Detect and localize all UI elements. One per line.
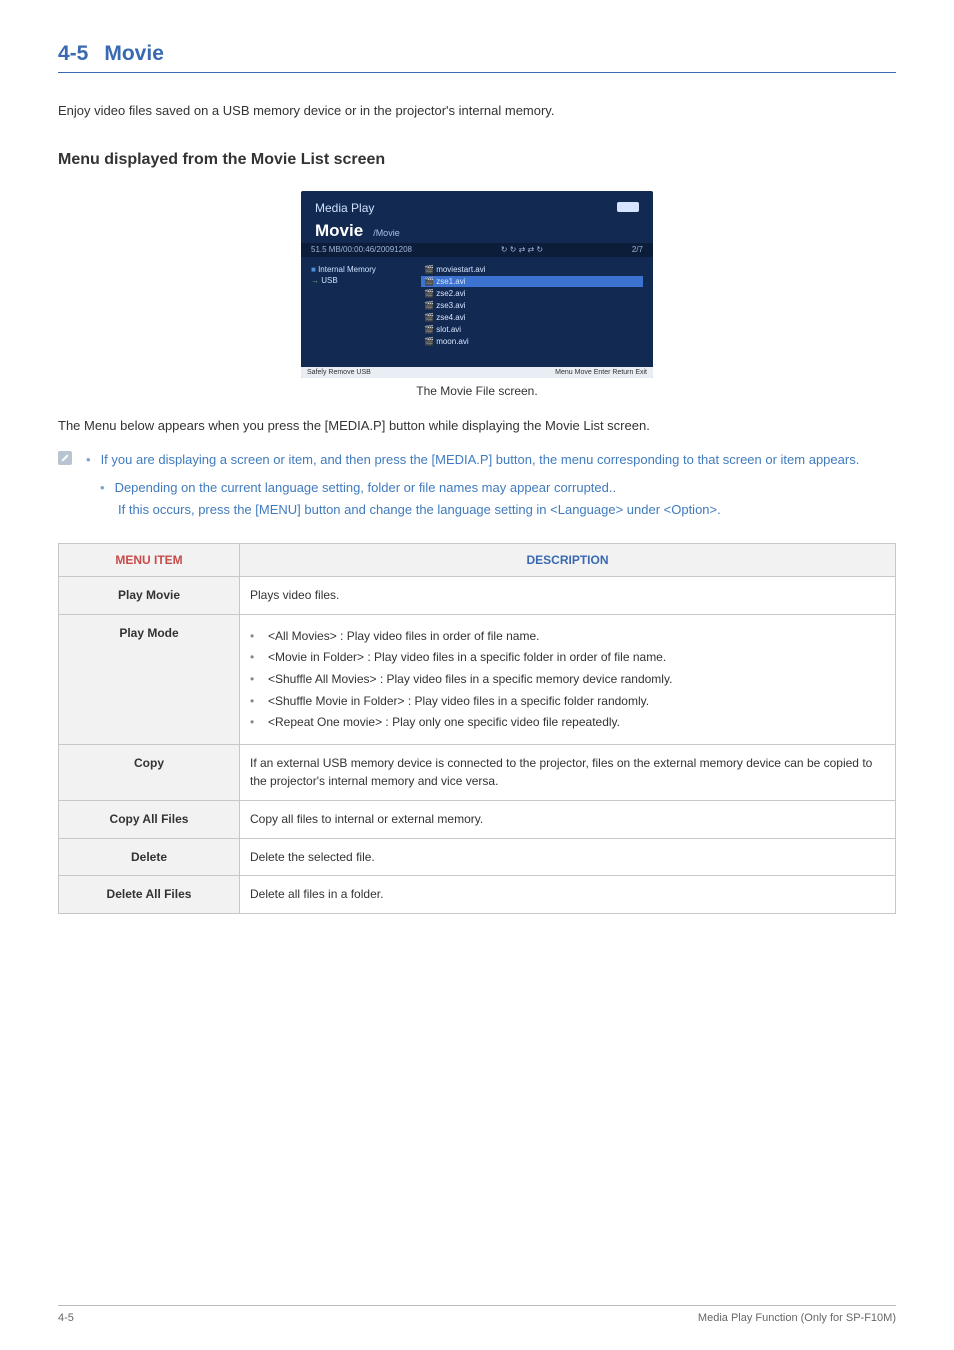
section-number: 4-5 [58, 42, 88, 65]
shot-bar-icons: ↻ ↻ ⇄ ⇄ ↻ [501, 245, 543, 254]
note-block: • If you are displaying a screen or item,… [58, 449, 896, 471]
shot-foot-left: Safely Remove USB [307, 369, 371, 376]
subheading: Menu displayed from the Movie List scree… [58, 151, 896, 169]
th-menu-item: MENU ITEM [59, 544, 240, 577]
section-title: Movie [104, 42, 164, 65]
shot-bar-right: 2/7 [632, 245, 643, 254]
shot-file-selected: 🎬 zse1.avi [421, 276, 643, 287]
row-label: Copy All Files [59, 801, 240, 839]
bullet-icon: • [100, 480, 105, 495]
usb-icon [617, 202, 639, 212]
shot-foot-right: Menu Move Enter Return Exit [555, 369, 647, 376]
section-header: 4-5 Movie [58, 42, 896, 73]
shot-file: 🎬 zse3.avi [421, 300, 643, 311]
note-text-2b: If this occurs, press the [MENU] button … [118, 502, 721, 517]
row-label: Play Movie [59, 577, 240, 615]
row-desc: If an external USB memory device is conn… [240, 744, 896, 800]
after-shot-text: The Menu below appears when you press th… [58, 416, 896, 436]
row-desc: Delete all files in a folder. [240, 876, 896, 914]
row-desc: Copy all files to internal or external m… [240, 801, 896, 839]
row-label: Play Mode [59, 614, 240, 744]
note-sub: • Depending on the current language setti… [100, 477, 896, 521]
shot-sidebar: ■ Internal Memory → USB [311, 263, 421, 355]
intro-text: Enjoy video files saved on a USB memory … [58, 101, 896, 121]
row-desc: Plays video files. [240, 577, 896, 615]
table-row: Delete All Files Delete all files in a f… [59, 876, 896, 914]
movie-screenshot: Media Play Movie/Movie 51.5 MB/00:00:46/… [301, 191, 653, 378]
menu-table: MENU ITEM DESCRIPTION Play Movie Plays v… [58, 543, 896, 914]
shot-file: 🎬 zse4.avi [421, 312, 643, 323]
row-label: Copy [59, 744, 240, 800]
page-footer: 4-5 Media Play Function (Only for SP-F10… [58, 1305, 896, 1324]
row-label: Delete All Files [59, 876, 240, 914]
table-row: Delete Delete the selected file. [59, 838, 896, 876]
th-description: DESCRIPTION [240, 544, 896, 577]
note-icon [58, 451, 72, 465]
table-row: Play Mode •<All Movies> : Play video fil… [59, 614, 896, 744]
table-row: Play Movie Plays video files. [59, 577, 896, 615]
shot-movie-title: Movie/Movie [315, 221, 639, 241]
shot-mediaplay-label: Media Play [315, 201, 639, 215]
table-header-row: MENU ITEM DESCRIPTION [59, 544, 896, 577]
shot-file: 🎬 slot.avi [421, 324, 643, 335]
shot-filelist: 🎬 moviestart.avi 🎬 zse1.avi 🎬 zse2.avi 🎬… [421, 263, 643, 355]
row-desc: Delete the selected file. [240, 838, 896, 876]
footer-left: 4-5 [58, 1312, 74, 1324]
note-text-2a: Depending on the current language settin… [115, 480, 617, 495]
footer-right: Media Play Function (Only for SP-F10M) [698, 1312, 896, 1324]
shot-file: 🎬 moon.avi [421, 336, 643, 347]
note-text-1: If you are displaying a screen or item, … [101, 452, 860, 467]
shot-side-item: USB [321, 276, 337, 285]
shot-path: /Movie [373, 228, 400, 238]
shot-side-item: Internal Memory [318, 265, 376, 274]
shot-footer: Safely Remove USB Menu Move Enter Return… [301, 367, 653, 378]
bullet-icon: • [86, 452, 91, 467]
shot-file: 🎬 zse2.avi [421, 288, 643, 299]
shot-bar-left: 51.5 MB/00:00:46/20091208 [311, 245, 412, 254]
shot-infobar: 51.5 MB/00:00:46/20091208 ↻ ↻ ⇄ ⇄ ↻ 2/7 [301, 243, 653, 257]
shot-file: 🎬 moviestart.avi [421, 264, 643, 275]
row-label: Delete [59, 838, 240, 876]
row-desc: •<All Movies> : Play video files in orde… [240, 614, 896, 744]
table-row: Copy If an external USB memory device is… [59, 744, 896, 800]
table-row: Copy All Files Copy all files to interna… [59, 801, 896, 839]
screenshot-caption: The Movie File screen. [58, 384, 896, 398]
